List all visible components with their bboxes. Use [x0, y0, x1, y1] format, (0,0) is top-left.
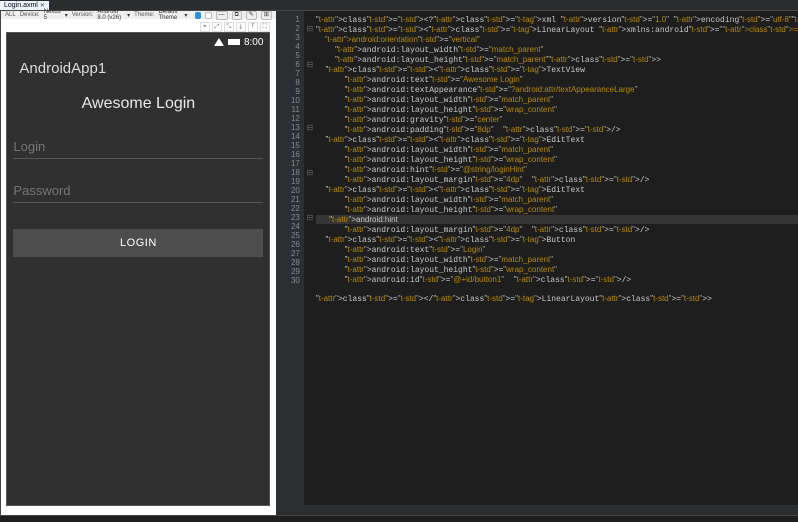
- tool-icon[interactable]: ⤒: [248, 22, 258, 32]
- chevron-down-icon[interactable]: ▾: [65, 12, 68, 19]
- designer-canvas[interactable]: ⌖ ⤢ ⤡ ⤓ ⤒ ⛶ 8:00 AndroidApp1 Awesome Log…: [1, 19, 276, 515]
- designer-pane: ALL Device: Nexus 5 ▾ Version: Android 8…: [1, 11, 276, 515]
- login-input[interactable]: [13, 135, 263, 159]
- tool-icon[interactable]: ⤢: [212, 22, 222, 32]
- orientation-landscape-toggle[interactable]: [205, 12, 211, 19]
- tool-icon[interactable]: ⌖: [200, 22, 210, 32]
- device-preview[interactable]: 8:00 AndroidApp1 Awesome Login LOGIN: [7, 33, 269, 505]
- device-label: Device:: [20, 12, 40, 18]
- tool-icon[interactable]: ⤓: [236, 22, 246, 32]
- line-gutter: 1234567891011121314151617181920212223242…: [276, 11, 304, 515]
- tab-login-axml[interactable]: Login.axml ✕: [0, 1, 49, 10]
- fold-column: ⊟⊟⊟⊟⊟: [306, 15, 314, 285]
- password-input[interactable]: [13, 179, 263, 203]
- login-button[interactable]: LOGIN: [13, 229, 263, 257]
- designer-toolbar: ALL Device: Nexus 5 ▾ Version: Android 8…: [1, 11, 276, 19]
- tool-icon[interactable]: ⛶: [260, 22, 270, 32]
- phone-body: Awesome Login LOGIN: [7, 85, 269, 505]
- battery-icon: [228, 39, 240, 45]
- zoom-toolstrip: ⌖ ⤢ ⤡ ⤓ ⤒ ⛶: [200, 22, 270, 32]
- tool-icon[interactable]: ⤡: [224, 22, 234, 32]
- chevron-down-icon[interactable]: ▾: [127, 12, 130, 19]
- status-bar: 8:00: [7, 33, 269, 51]
- tab-label: Login.axml: [4, 2, 38, 9]
- app-bar: AndroidApp1: [7, 51, 269, 85]
- version-label: Version:: [72, 12, 94, 18]
- code-editor[interactable]: "t-attr">class"t-std">="t-std"><?"t-attr…: [304, 11, 798, 515]
- app-title: AndroidApp1: [19, 60, 106, 77]
- heading-text: Awesome Login: [13, 95, 263, 113]
- clock-text: 8:00: [244, 37, 263, 48]
- wifi-icon: [214, 38, 224, 46]
- orientation-portrait-toggle[interactable]: [195, 12, 201, 19]
- editor-status-strip: 14 : 6 100 % ★: [276, 505, 798, 515]
- chevron-down-icon[interactable]: ▾: [184, 12, 187, 19]
- close-icon[interactable]: ✕: [40, 2, 45, 9]
- code-editor-pane: 1234567891011121314151617181920212223242…: [276, 11, 798, 515]
- alt-layout-label[interactable]: ALL: [5, 12, 16, 18]
- theme-label: Theme:: [134, 12, 154, 18]
